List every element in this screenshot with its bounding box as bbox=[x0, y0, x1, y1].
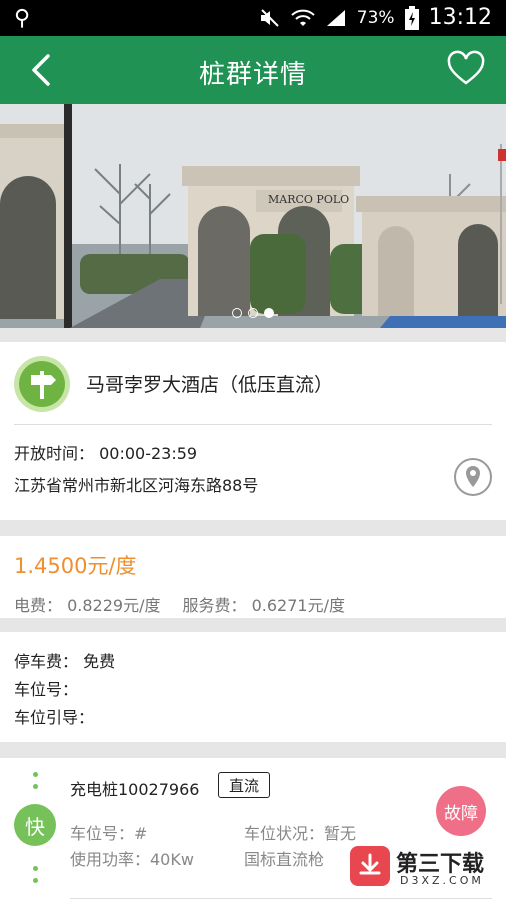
timeline-dot bbox=[33, 878, 38, 883]
status-bar: ⚲ 73% 13:12 bbox=[0, 0, 506, 36]
open-hours-row: 开放时间： 00:00-23:59 bbox=[14, 440, 197, 464]
carousel-indicator[interactable] bbox=[0, 308, 506, 318]
pile-title: 充电桩10027966 bbox=[70, 780, 200, 799]
station-photo-carousel[interactable]: MARCO POLO bbox=[0, 104, 506, 328]
parking-fee-value: 免费 bbox=[83, 652, 116, 671]
pricing-card: 1.4500元/度 电费： 0.8229元/度 服务费： 0.6271元/度 bbox=[0, 536, 506, 618]
clock: 13:12 bbox=[428, 5, 492, 30]
station-info-card: 马哥孛罗大酒店（低压直流） 开放时间： 00:00-23:59 江苏省常州市新北… bbox=[0, 342, 506, 520]
electric-fee: 电费： 0.8229元/度 bbox=[14, 592, 161, 616]
timeline-dot bbox=[33, 866, 38, 871]
service-fee-label: 服务费： bbox=[182, 596, 247, 615]
wifi-icon bbox=[291, 9, 315, 26]
station-name: 马哥孛罗大酒店（低压直流） bbox=[86, 374, 334, 396]
status-icons: 73% 13:12 bbox=[259, 5, 492, 30]
open-hours-label: 开放时间： bbox=[14, 444, 95, 463]
station-photo: MARCO POLO bbox=[0, 104, 506, 328]
divider bbox=[14, 424, 492, 425]
report-fault-button[interactable]: 故障 bbox=[436, 786, 486, 836]
electric-fee-label: 电费： bbox=[14, 596, 63, 615]
map-location-button[interactable] bbox=[454, 458, 492, 496]
favorite-heart-icon[interactable] bbox=[446, 50, 486, 90]
carousel-dot[interactable] bbox=[248, 308, 258, 318]
station-address: 江苏省常州市新北区河海东路88号 bbox=[14, 476, 259, 495]
fast-charge-badge: 快 bbox=[14, 804, 56, 846]
mute-icon bbox=[260, 8, 279, 27]
download-logo-icon bbox=[350, 846, 390, 886]
divider bbox=[70, 898, 492, 899]
parking-card: 停车费： 免费 车位号： 车位引导： bbox=[0, 632, 506, 742]
watermark-domain: D3XZ.COM bbox=[400, 874, 484, 887]
battery-percent: 73% bbox=[356, 7, 395, 28]
app-header: 桩群详情 bbox=[0, 36, 506, 104]
parking-fee-row: 停车费： 免费 bbox=[14, 648, 115, 672]
pile-spot-status: 车位状况：暂无 bbox=[244, 824, 357, 843]
station-logo-icon bbox=[14, 356, 70, 412]
pile-type-tag: 直流 bbox=[218, 772, 270, 798]
pile-spot-number: 车位号：# bbox=[70, 824, 148, 843]
open-hours-value: 00:00-23:59 bbox=[99, 444, 198, 463]
timeline-dot bbox=[33, 772, 38, 777]
electric-fee-value: 0.8229元/度 bbox=[67, 596, 161, 615]
parking-spot-label: 车位号： bbox=[14, 680, 79, 699]
total-price: 1.4500元/度 bbox=[14, 554, 137, 578]
location-pin-icon bbox=[466, 466, 480, 487]
usb-icon: ⚲ bbox=[14, 6, 31, 31]
battery-icon bbox=[404, 5, 419, 30]
signal-icon bbox=[326, 9, 345, 26]
carousel-dot[interactable] bbox=[232, 308, 242, 318]
parking-fee-label: 停车费： bbox=[14, 652, 79, 671]
parking-guide-label: 车位引导： bbox=[14, 708, 95, 727]
watermark-logo: 第三下载 D3XZ.COM bbox=[350, 842, 500, 892]
pile-power: 使用功率：40Kw bbox=[70, 850, 194, 869]
service-fee: 服务费： 0.6271元/度 bbox=[183, 592, 346, 616]
service-fee-value: 0.6271元/度 bbox=[251, 596, 345, 615]
svg-text:MARCO POLO: MARCO POLO bbox=[268, 193, 349, 206]
pile-gun-type: 国标直流枪 bbox=[244, 850, 325, 869]
timeline-dot bbox=[33, 784, 38, 789]
carousel-dot-active[interactable] bbox=[264, 308, 274, 318]
fee-breakdown: 电费： 0.8229元/度 服务费： 0.6271元/度 bbox=[14, 592, 345, 616]
page-title: 桩群详情 bbox=[198, 60, 307, 90]
